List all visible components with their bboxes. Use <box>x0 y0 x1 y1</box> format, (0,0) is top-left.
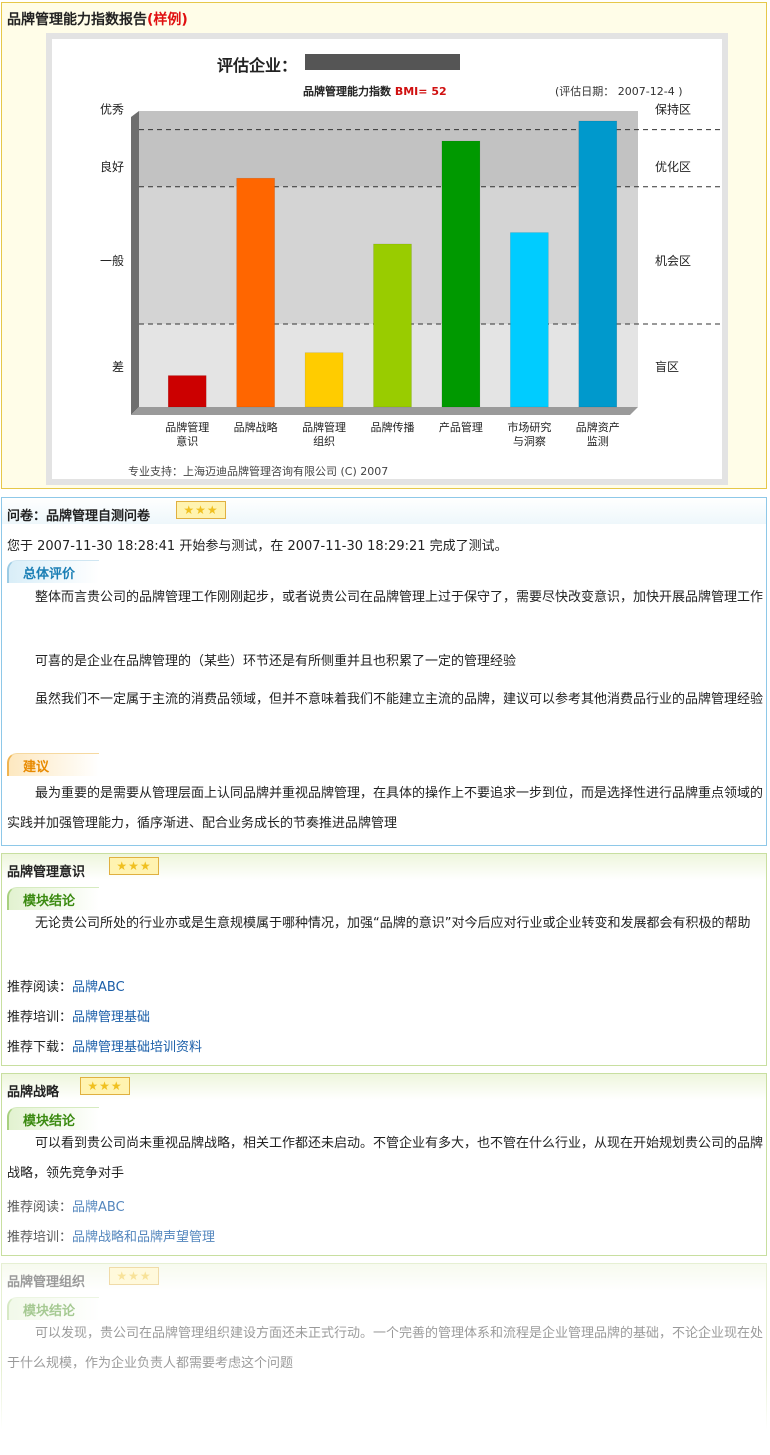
star-rating: ★★★ <box>80 1077 130 1095</box>
tag-tab <box>7 753 99 776</box>
level-label: 良好 <box>100 159 124 174</box>
category-label: 品牌资产 <box>576 420 620 434</box>
advice-tag: 建议 <box>7 753 99 776</box>
module-conclusion-label: 模块结论 <box>23 1114 76 1129</box>
bmi-bar-chart: 优秀良好一般差保持区优化区机会区盲区品牌管理意识品牌战略 品牌管理组织品牌传播 产品… <box>100 102 720 448</box>
chart-floor <box>131 407 638 415</box>
test-time-summary: 您于 2007-11-30 18:28:41 开始参与测试，在 2007-11-… <box>7 539 508 554</box>
star-rating: ★★★ <box>109 1267 159 1285</box>
star-rating: ★★★ <box>176 501 226 519</box>
category-label: 市场研究 <box>507 420 551 434</box>
bar <box>167 375 207 408</box>
questionnaire-header: 问卷：品牌管理自测问卷 ★★★ <box>2 498 766 524</box>
module-title: 品牌管理意识 <box>7 865 86 880</box>
overall-paragraph: 整体而言贵公司的品牌管理工作刚刚起步，或者说贵公司在品牌管理上过于保守了，需要尽… <box>35 590 764 605</box>
category-label: 品牌传播 <box>371 420 415 434</box>
recommended-training: 推荐培训：品牌管理基础 <box>7 1006 150 1025</box>
bar <box>304 352 344 408</box>
category-label: 与洞察 <box>513 434 546 448</box>
chart-left-wall <box>131 111 139 415</box>
module-conclusion-text: 可以看到贵公司尚未重视品牌战略，相关工作都还未启动。不管企业有多大，也不管在什么… <box>7 1136 764 1181</box>
level-label: 差 <box>112 360 124 374</box>
module-brand-awareness: 品牌管理意识 ★★★ 模块结论 无论贵公司所处的行业亦或是生意规模属于哪种情况，… <box>1 853 767 1066</box>
recommended-reading-link[interactable]: 品牌ABC <box>72 980 125 995</box>
bmi-report-panel: 品牌管理能力指数报告(样例) 评估企业： 品牌管理能力指数 BMI= 52 (评… <box>1 2 767 489</box>
module-header: 品牌战略 ★★★ <box>2 1074 766 1100</box>
bar <box>510 232 549 408</box>
module-conclusion-text: 无论贵公司所处的行业亦或是生意规模属于哪种情况，加强“品牌的意识”对今后应对行业… <box>35 916 751 931</box>
overall-paragraph: 可喜的是企业在品牌管理的（某些）环节还是有所侧重并且也积累了一定的管理经验 <box>35 654 517 669</box>
report-title-text: 品牌管理能力指数报告 <box>7 12 147 28</box>
zone-label: 机会区 <box>655 254 691 268</box>
recommended-download-link[interactable]: 品牌管理基础培训资料 <box>72 1040 202 1055</box>
category-label: 产品管理 <box>439 420 483 434</box>
module-title: 品牌战略 <box>7 1085 60 1100</box>
advice-label: 建议 <box>23 760 50 775</box>
advice-paragraph: 最为重要的是需要从管理层面上认同品牌并重视品牌管理，在具体的操作上不要追求一步到… <box>7 786 764 831</box>
bottom-fade-overlay <box>0 1370 770 1455</box>
star-rating: ★★★ <box>109 857 159 875</box>
category-label: 监测 <box>587 435 609 448</box>
module-brand-strategy: 品牌战略 ★★★ 模块结论 可以看到贵公司尚未重视品牌战略，相关工作都还未启动。… <box>1 1073 767 1256</box>
zone-label: 保持区 <box>655 102 691 117</box>
chart-band-upper <box>139 111 638 187</box>
module-header: 品牌管理组织 ★★★ <box>2 1264 766 1290</box>
recommended-reading-label: 推荐阅读： <box>7 1200 73 1215</box>
recommended-training-link[interactable]: 品牌管理基础 <box>72 1010 150 1025</box>
module-conclusion-tag: 模块结论 <box>7 1107 99 1130</box>
module-conclusion-label: 模块结论 <box>23 894 76 909</box>
recommended-reading-link[interactable]: 品牌ABC <box>72 1200 125 1215</box>
category-label: 组织 <box>313 434 335 448</box>
questionnaire-title: 问卷：品牌管理自测问卷 <box>7 509 151 524</box>
level-label: 优秀 <box>100 103 124 117</box>
questionnaire-panel: 问卷：品牌管理自测问卷 ★★★ 您于 2007-11-30 18:28:41 开… <box>1 497 767 846</box>
module-title: 品牌管理组织 <box>7 1275 86 1290</box>
module-header: 品牌管理意识 ★★★ <box>2 854 766 880</box>
category-label: 意识 <box>176 434 198 448</box>
recommended-training-link[interactable]: 品牌战略和品牌声望管理 <box>72 1230 215 1245</box>
category-label: 品牌管理 <box>302 420 346 434</box>
chart-frame: 评估企业： 品牌管理能力指数 BMI= 52 (评估日期： 2007-12-4 … <box>46 33 728 485</box>
recommended-training-label: 推荐培训： <box>7 1230 73 1245</box>
zone-label: 盲区 <box>655 359 679 374</box>
report-title: 品牌管理能力指数报告(样例) <box>7 9 188 29</box>
overall-evaluation-tag: 总体评价 <box>7 560 99 583</box>
zone-label: 优化区 <box>655 160 691 174</box>
recommended-download-label: 推荐下载： <box>7 1040 73 1055</box>
bar <box>236 177 275 408</box>
bar <box>578 120 618 408</box>
category-label: 品牌战略 <box>234 420 278 434</box>
module-conclusion-label: 模块结论 <box>23 1304 76 1319</box>
chart-area: 评估企业： 品牌管理能力指数 BMI= 52 (评估日期： 2007-12-4 … <box>52 39 722 479</box>
recommended-training-label: 推荐培训： <box>7 1010 73 1025</box>
recommended-reading: 推荐阅读：品牌ABC <box>7 976 125 995</box>
module-conclusion-tag: 模块结论 <box>7 1297 99 1320</box>
overall-paragraph: 虽然我们不一定属于主流的消费品领域，但并不意味着我们不能建立主流的品牌，建议可以… <box>35 692 764 707</box>
sample-tag: (样例) <box>147 12 188 28</box>
level-label: 一般 <box>100 253 124 268</box>
recommended-reading: 推荐阅读：品牌ABC <box>7 1196 125 1215</box>
module-conclusion-tag: 模块结论 <box>7 887 99 910</box>
bar <box>441 140 481 408</box>
recommended-download: 推荐下载：品牌管理基础培训资料 <box>7 1036 202 1055</box>
recommended-training: 推荐培训：品牌战略和品牌声望管理 <box>7 1226 215 1245</box>
bar <box>373 243 412 408</box>
overall-evaluation-label: 总体评价 <box>23 567 76 582</box>
category-label: 品牌管理 <box>165 420 209 434</box>
support-credit: 专业支持：上海迈迪品牌管理咨询有限公司 (C) 2007 <box>128 465 389 478</box>
recommended-reading-label: 推荐阅读： <box>7 980 73 995</box>
